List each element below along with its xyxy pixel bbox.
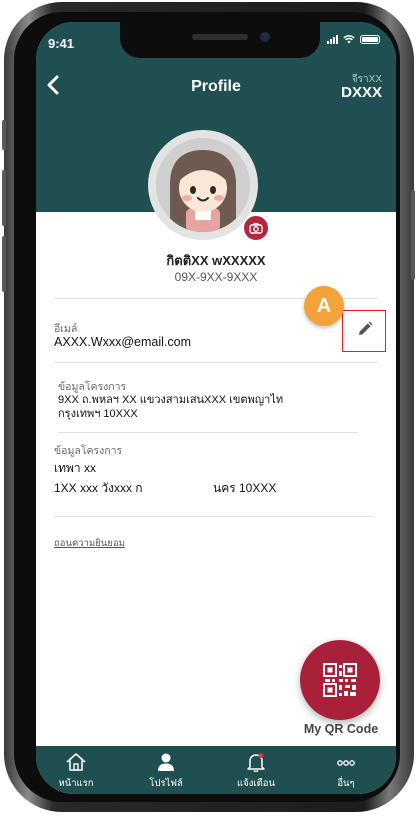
notch — [120, 22, 320, 58]
header-code: DXXX — [341, 84, 382, 101]
signal-icon — [327, 34, 338, 44]
phone-screen: 9:41 Profile จีราXX DXXX กิตติXX wXXXXX … — [36, 22, 396, 794]
project-info-2-line2-left: 1XX xxx วังxxx ก — [54, 481, 143, 495]
project-info-label: ข้อมูลโครงการ — [58, 381, 127, 393]
divider — [54, 516, 372, 517]
pencil-icon — [359, 321, 373, 335]
edit-email-button[interactable] — [342, 310, 386, 352]
more-icon — [337, 760, 355, 766]
status-icons — [327, 34, 380, 44]
mute-switch — [2, 120, 6, 150]
tab-profile-label: โปรไฟล์ — [149, 778, 183, 789]
volume-up-button — [2, 170, 6, 226]
divider — [54, 362, 378, 363]
bell-icon — [247, 753, 265, 772]
profile-phone: 09X-9XX-9XXX — [174, 270, 258, 284]
email-value: AXXX.Wxxx@email.com — [54, 335, 192, 349]
wifi-icon — [343, 34, 355, 43]
my-qr-code-button[interactable] — [300, 640, 380, 720]
volume-down-button — [2, 236, 6, 292]
project-info-address-line1: 9XX ถ.พหลฯ XX แขวงสามเสนXXX เขตพญาไท — [58, 394, 284, 406]
change-photo-button[interactable] — [242, 214, 270, 242]
tab-notifications-label: แจ้งเตือน — [237, 778, 275, 789]
project-info-2-label: ข้อมูลโครงการ — [54, 445, 123, 457]
project-info-address-line2: กรุงเทพฯ 10XXX — [58, 408, 138, 420]
user-icon — [158, 753, 174, 771]
annotation-marker-a: A — [304, 286, 344, 326]
tab-profile[interactable]: โปรไฟล์ — [126, 746, 206, 794]
avatar-illustration — [156, 138, 250, 232]
front-camera — [260, 32, 270, 42]
camera-icon — [249, 223, 263, 234]
tab-more[interactable]: อื่นๆ — [306, 746, 386, 794]
status-time: 9:41 — [48, 36, 75, 51]
tab-notifications[interactable]: แจ้งเตือน — [216, 746, 296, 794]
my-qr-code-label: My QR Code — [303, 722, 379, 736]
qr-code-icon — [323, 663, 357, 697]
project-info-2-line2-right: นคร 10XXX — [213, 481, 277, 495]
tab-home-label: หน้าแรก — [58, 778, 94, 789]
girl-avatar-icon — [156, 138, 250, 232]
tab-home[interactable]: หน้าแรก — [36, 746, 116, 794]
profile-name: กิตติXX wXXXXX — [166, 253, 266, 268]
project-info-2-line1: เทพา xx — [54, 461, 96, 475]
withdraw-consent-link[interactable]: ถอนความยินยอม — [54, 536, 125, 551]
power-button — [411, 190, 415, 280]
speaker-grille — [192, 34, 248, 40]
bottom-tab-bar: หน้าแรก โปรไฟล์ แจ้งเตือน อื่นๆ — [36, 746, 396, 794]
home-icon — [66, 753, 86, 771]
battery-icon — [360, 34, 380, 44]
divider — [58, 432, 358, 433]
tab-more-label: อื่นๆ — [337, 778, 355, 789]
